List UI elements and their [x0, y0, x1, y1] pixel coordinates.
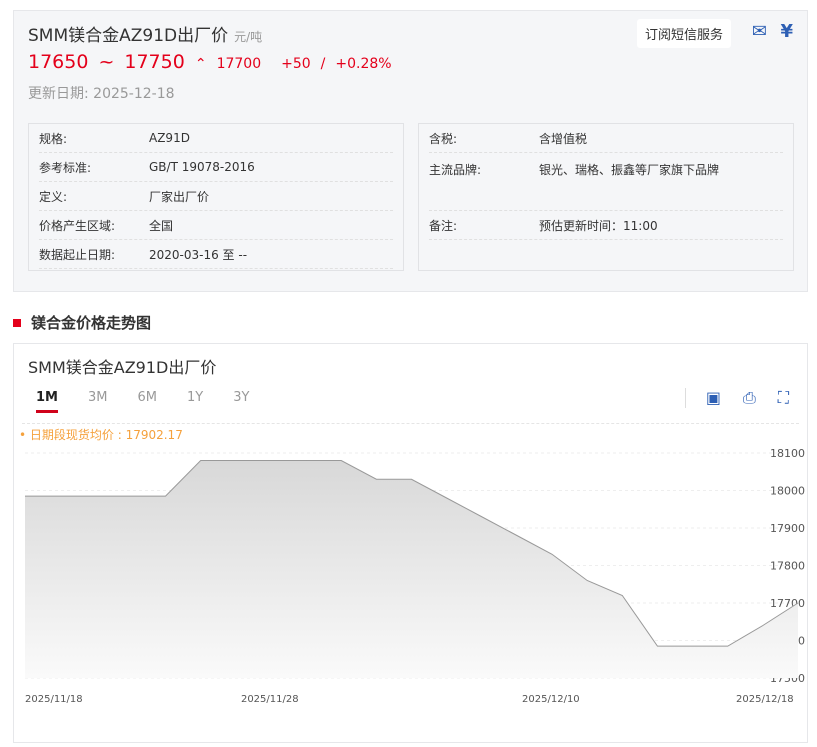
spec-key: 价格产生区域:: [39, 218, 116, 233]
section-marker: [13, 318, 21, 327]
unit: 元/吨: [234, 30, 263, 44]
y-tick-label: 17900: [770, 522, 805, 535]
avg-price: 17700: [216, 56, 262, 72]
price-area: [25, 460, 798, 678]
y-tick-label: 17700: [770, 597, 805, 610]
x-tick-label: 2025/12/18: [736, 694, 794, 705]
change: +50: [281, 56, 311, 72]
spec-row: 含税: 含增值税: [429, 124, 783, 153]
spec-key: 备注:: [429, 218, 458, 233]
mail-icon[interactable]: ✉: [752, 21, 767, 42]
price-range: 17650 ~17750 ⌃ 17700 +50 / +0.28%: [28, 51, 392, 73]
spec-key: 含税:: [429, 131, 458, 146]
spec-row: 主流品牌: 银光、瑞格、振鑫等厂家旗下品牌: [429, 153, 783, 211]
calendar-price-icon[interactable]: ¥: [780, 21, 793, 42]
spec-key: 参考标准:: [39, 160, 92, 175]
y-tick-label: 17800: [770, 560, 805, 573]
subscribe-tooltip: 订阅短信服务: [636, 19, 731, 48]
spec-value: GB/T 19078-2016: [149, 160, 255, 174]
spec-key: 主流品牌:: [429, 163, 482, 177]
y-tick-label: 18000: [770, 485, 805, 498]
spec-value: 厂家出厂价: [149, 189, 210, 204]
price-chart: 181001800017900178001770017600175002025/…: [24, 447, 805, 705]
update-date: 更新日期: 2025-12-18: [28, 86, 175, 102]
trend-up-icon: ⌃: [194, 56, 207, 72]
price-summary-panel: SMM镁合金AZ91D出厂价 元/吨 17650 ~17750 ⌃ 17700 +5…: [13, 10, 808, 292]
spec-table-right: 含税: 含增值税主流品牌: 银光、瑞格、振鑫等厂家旗下品牌备注: 预估更新时间：11:…: [418, 123, 794, 271]
spec-value: AZ91D: [149, 131, 190, 145]
spec-row: 数据起止日期: 2020-03-16 至 --: [39, 240, 393, 269]
spec-value: 预估更新时间：11:00: [539, 218, 658, 233]
spec-row: 备注: 预估更新时间：11:00: [429, 211, 783, 240]
spec-row: 定义: 厂家出厂价: [39, 182, 393, 211]
spec-value: 银光、瑞格、振鑫等厂家旗下品牌: [539, 163, 720, 177]
x-tick-label: 2025/12/10: [522, 694, 580, 705]
x-tick-label: 2025/11/28: [241, 694, 299, 705]
change-pct: +0.28%: [335, 56, 392, 72]
chart-panel: SMM镁合金AZ91D出厂价 1M 3M 6M 1Y 3Y ▣ ⎙ ⛶ • 日期…: [13, 343, 808, 743]
spec-value: 全国: [149, 218, 174, 233]
spec-row: 价格产生区域: 全国: [39, 211, 393, 240]
spec-row: 规格: AZ91D: [39, 124, 393, 153]
spec-key: 规格:: [39, 131, 68, 146]
spec-table-left: 规格: AZ91D 参考标准: GB/T 19078-2016 定义: 厂家出厂价价格产生…: [28, 123, 404, 271]
spec-key: 定义:: [39, 189, 68, 204]
product-title: SMM镁合金AZ91D出厂价 元/吨: [28, 26, 263, 46]
y-tick-label: 18100: [770, 447, 805, 460]
x-tick-label: 2025/11/18: [25, 694, 83, 705]
spec-value: 2020-03-16 至 --: [149, 247, 248, 262]
spec-value: 含增值税: [539, 131, 588, 146]
spec-row: 参考标准: GB/T 19078-2016: [39, 153, 393, 182]
section-title: 镁合金价格走势图: [13, 312, 151, 333]
spec-key: 数据起止日期:: [39, 247, 116, 262]
